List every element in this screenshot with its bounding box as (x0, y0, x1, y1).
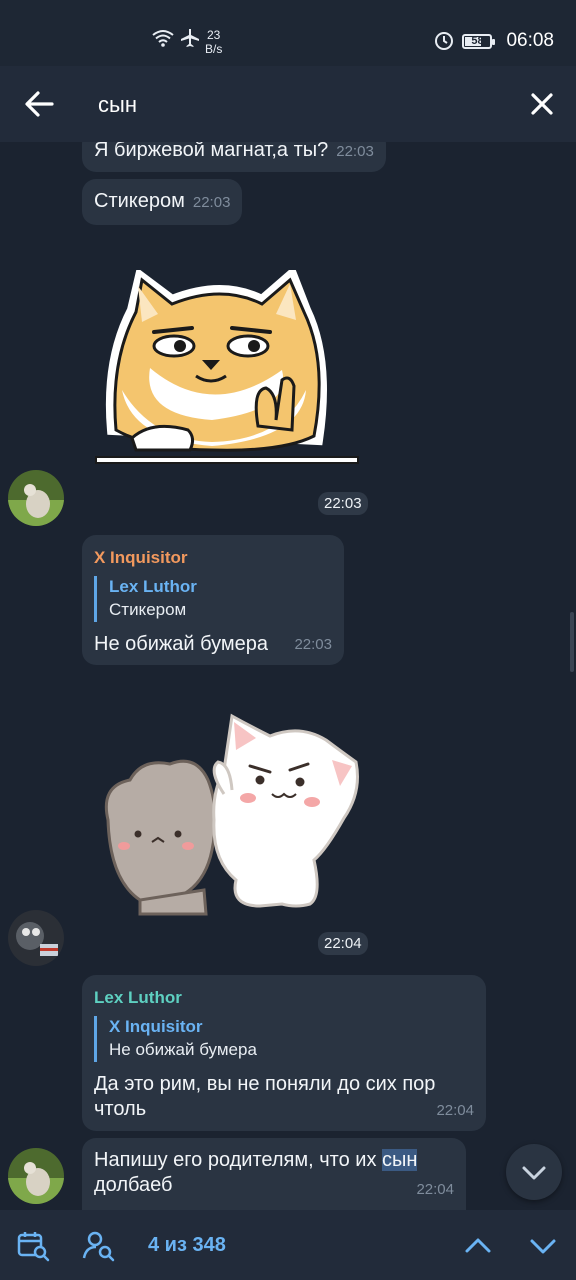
network-speed-value: 23 (206, 28, 221, 42)
message-time: 22:03 (294, 636, 332, 653)
message-text: Напишу его родителям, что их сын долбаеб (94, 1148, 454, 1198)
chat-messages[interactable]: Я биржевой магнат,а ты? 22:03 Стикером 22:… (0, 142, 576, 1210)
chevron-down-icon (522, 1166, 546, 1180)
message-time: 22:03 (336, 143, 374, 160)
message-bubble[interactable]: Стикером 22:03 (82, 179, 243, 225)
arrow-left-icon[interactable] (22, 88, 56, 120)
reply-text: Стикером (109, 600, 187, 619)
message-bubble[interactable]: X Inquisitor Lex Luthor Стикером Не обиж… (82, 535, 344, 665)
data-saver-icon (435, 32, 454, 50)
message-time: 22:04 (436, 1102, 474, 1119)
shiba-dog-sticker[interactable] (92, 270, 362, 474)
scroll-down-button[interactable] (506, 1144, 562, 1200)
message-text: Да это рим, вы не поняли до сих пор чтол… (94, 1073, 436, 1120)
search-highlight: сын (382, 1149, 418, 1171)
calendar-search-icon[interactable] (16, 1230, 50, 1262)
search-input[interactable]: сын (98, 92, 137, 118)
scrollbar[interactable] (570, 612, 574, 672)
message-text: Я биржевой магнат,а ты? (94, 142, 329, 161)
sticker-time: 22:04 (318, 932, 368, 955)
avatar-image (8, 1148, 64, 1204)
network-speed-unit: B/s (205, 42, 223, 56)
chevron-down-icon[interactable] (527, 1232, 559, 1260)
search-result-counter: 4 из 348 (148, 1234, 226, 1256)
clock: 06:08 (506, 30, 554, 51)
reply-author: Lex Luthor (109, 577, 197, 596)
sticker-time: 22:03 (318, 492, 368, 515)
message-bubble-search-result[interactable]: Напишу его родителям, что их сын долбаеб… (82, 1138, 466, 1210)
message-text: Стикером (94, 190, 185, 212)
wifi-icon (152, 30, 174, 47)
search-bar: сын (0, 66, 576, 142)
network-speed: 23 B/s (205, 28, 222, 56)
sender-name[interactable]: X Inquisitor (94, 545, 332, 570)
avatar-image (8, 910, 64, 966)
avatar[interactable] (8, 470, 64, 526)
airplane-mode-icon (181, 29, 199, 47)
sender-name[interactable]: Lex Luthor (94, 985, 474, 1010)
reply-quote[interactable]: X Inquisitor Не обижай бумера (94, 1016, 474, 1062)
cats-sticker[interactable] (100, 710, 372, 916)
message-bubble[interactable]: Я биржевой магнат,а ты? 22:03 (82, 142, 386, 172)
status-right: 58 06:08 (434, 30, 554, 52)
avatar[interactable] (8, 1148, 64, 1204)
status-icons (152, 28, 200, 48)
message-bubble[interactable]: Lex Luthor X Inquisitor Не обижай бумера… (82, 975, 486, 1131)
close-icon[interactable] (526, 88, 558, 120)
message-time: 22:03 (192, 194, 231, 211)
chevron-up-icon[interactable] (462, 1232, 494, 1260)
reply-quote[interactable]: Lex Luthor Стикером (94, 576, 332, 622)
message-time: 22:04 (416, 1181, 454, 1198)
user-search-icon[interactable] (82, 1230, 116, 1262)
battery-level: 58 (471, 34, 484, 47)
reply-text: Не обижай бумера (109, 1040, 257, 1059)
status-bar: 23 B/s 58 06:08 (0, 0, 576, 66)
avatar[interactable] (8, 910, 64, 966)
search-navigation-bar: 4 из 348 (0, 1210, 576, 1280)
reply-author: X Inquisitor (109, 1017, 203, 1036)
battery-icon: 58 (462, 33, 496, 49)
message-text-before: Напишу его родителям, что их (94, 1149, 382, 1171)
message-text-after: долбаеб (94, 1174, 173, 1196)
message-text: Не обижай бумера (94, 633, 269, 655)
avatar-image (8, 470, 64, 526)
